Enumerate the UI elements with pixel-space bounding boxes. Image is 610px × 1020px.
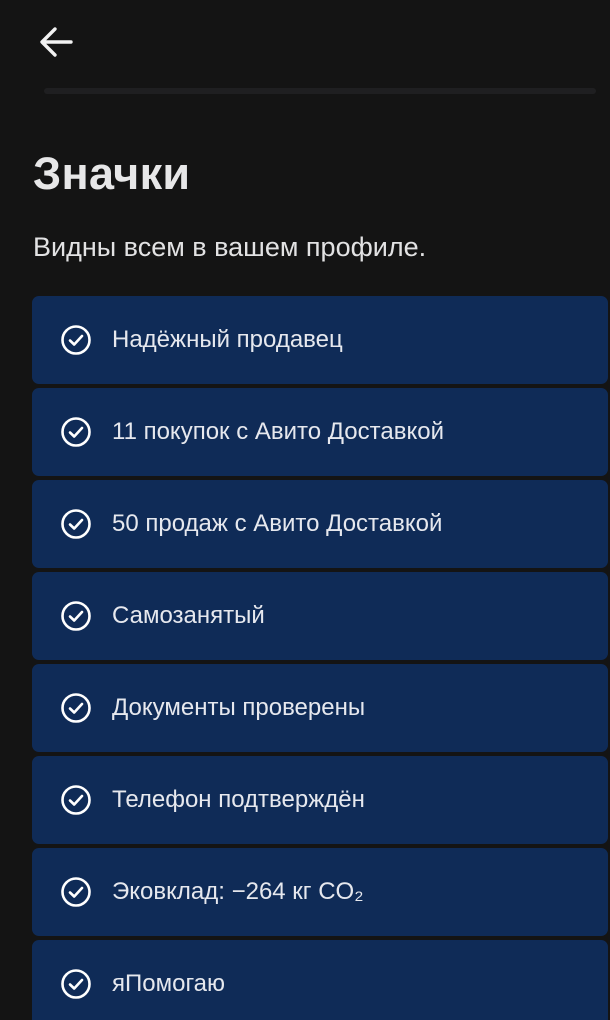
- badge-label: 50 продаж с Авито Доставкой: [112, 510, 443, 537]
- check-circle-icon: [61, 509, 91, 539]
- check-circle-icon: [61, 417, 91, 447]
- badge-item-phone-confirmed[interactable]: Телефон подтверждён: [32, 756, 608, 844]
- top-bar: [0, 0, 610, 94]
- check-circle-icon: [61, 785, 91, 815]
- badge-label: Телефон подтверждён: [112, 786, 365, 813]
- check-circle-icon: [61, 693, 91, 723]
- badge-label: Документы проверены: [112, 694, 366, 721]
- badge-item-documents-verified[interactable]: Документы проверены: [32, 664, 608, 752]
- check-circle-icon: [61, 325, 91, 355]
- badge-item-sales-delivery[interactable]: 50 продаж с Авито Доставкой: [32, 480, 608, 568]
- badge-label: Эковклад: −264 кг CO₂: [112, 878, 364, 905]
- badge-list: Надёжный продавец 11 покупок с Авито Дос…: [32, 296, 608, 1020]
- header-divider: [44, 88, 596, 94]
- arrow-left-icon: [40, 27, 73, 57]
- back-button[interactable]: [30, 20, 82, 64]
- badge-item-reliable-seller[interactable]: Надёжный продавец: [32, 296, 608, 384]
- badge-item-ya-pomogayu[interactable]: яПомогаю: [32, 940, 608, 1020]
- page-subtitle: Видны всем в вашем профиле.: [33, 232, 427, 262]
- badge-item-eco-contribution[interactable]: Эковклад: −264 кг CO₂: [32, 848, 608, 936]
- check-circle-icon: [61, 969, 91, 999]
- check-circle-icon: [61, 601, 91, 631]
- page-title: Значки: [33, 148, 191, 199]
- badge-label: Надёжный продавец: [112, 326, 343, 353]
- badges-screen: Значки Видны всем в вашем профиле. Надёж…: [0, 0, 610, 1020]
- badge-label: 11 покупок с Авито Доставкой: [112, 418, 444, 445]
- badge-item-purchases-delivery[interactable]: 11 покупок с Авито Доставкой: [32, 388, 608, 476]
- badge-item-self-employed[interactable]: Самозанятый: [32, 572, 608, 660]
- check-circle-icon: [61, 877, 91, 907]
- badge-label: яПомогаю: [112, 970, 226, 997]
- badge-label: Самозанятый: [112, 602, 265, 629]
